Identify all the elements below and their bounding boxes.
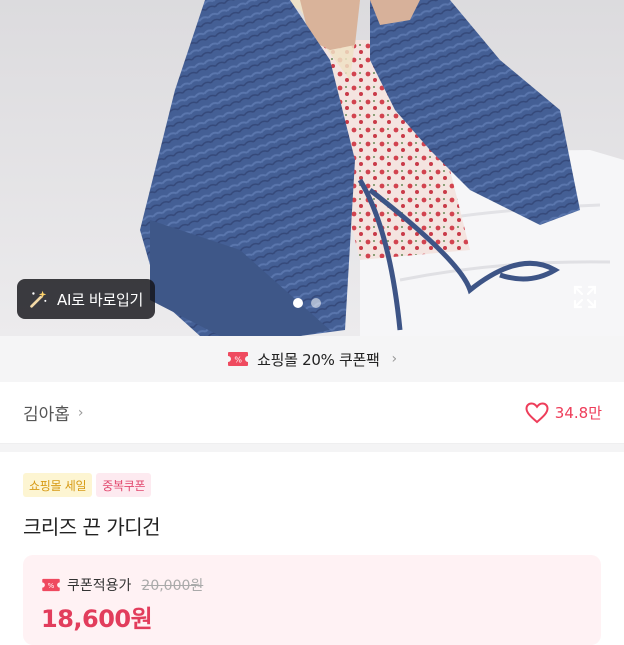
like-button[interactable]: 34.8만 — [525, 401, 602, 424]
promo-badges: 쇼핑몰 세일 중복쿠폰 — [23, 473, 152, 497]
seller-name: 김아홉 — [23, 405, 70, 425]
chevron-right-icon: › — [77, 404, 84, 421]
final-price: 18,600원 — [41, 605, 153, 633]
product-title: 크리즈 끈 가디건 — [23, 515, 161, 539]
price-box: % 쿠폰적용가 20,000원 18,600원 — [23, 555, 601, 645]
coupon-price-label: 쿠폰적용가 — [67, 578, 132, 594]
seller-link[interactable]: 김아홉 › — [23, 400, 84, 426]
ai-try-on-label: AI로 바로입기 — [57, 290, 144, 309]
original-price: 20,000원 — [141, 578, 204, 594]
duplicate-coupon-badge: 중복쿠폰 — [96, 473, 152, 497]
chevron-right-icon: › — [391, 351, 398, 367]
coupon-ticket-icon: % — [228, 352, 249, 366]
ai-try-on-button[interactable]: AI로 바로입기 — [17, 279, 156, 319]
coupon-pack-text: 쇼핑몰 20% 쿠폰팩 — [257, 350, 380, 369]
carousel-dot-2[interactable] — [311, 298, 321, 308]
seller-row: 김아홉 › 34.8만 — [0, 382, 624, 444]
svg-text:%: % — [48, 582, 55, 590]
carousel-indicator — [293, 298, 321, 308]
coupon-ticket-icon: % — [42, 578, 60, 592]
product-image[interactable]: AI로 바로입기 — [0, 0, 624, 336]
heart-icon — [525, 401, 549, 423]
section-divider — [0, 444, 624, 452]
like-count: 34.8만 — [554, 404, 602, 422]
carousel-dot-1[interactable] — [293, 298, 303, 308]
svg-text:%: % — [234, 356, 242, 365]
expand-icon[interactable] — [571, 283, 599, 311]
sale-badge: 쇼핑몰 세일 — [23, 473, 93, 497]
coupon-pack-banner[interactable]: % 쇼핑몰 20% 쿠폰팩 › — [0, 336, 624, 382]
magic-wand-icon — [30, 290, 47, 308]
coupon-price-row: % 쿠폰적용가 20,000원 — [41, 575, 203, 595]
